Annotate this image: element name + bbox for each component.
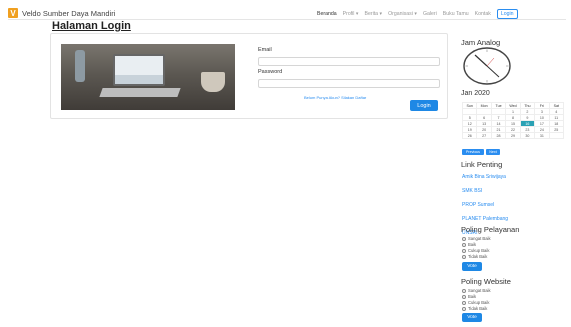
laptop-photo [61, 44, 235, 110]
password-field[interactable] [258, 79, 440, 88]
nav-item-profil[interactable]: Profil ▾ [343, 11, 359, 17]
poll-option-label: Sangat Baik [468, 288, 491, 293]
calendar-day[interactable]: 30 [519, 132, 536, 139]
link-prop-sumsel[interactable]: PROP Sumsel [462, 202, 494, 208]
nav-item-beranda[interactable]: Beranda [317, 11, 337, 17]
password-label: Password [258, 69, 283, 75]
poll-website-option[interactable]: Sangat Baik [462, 288, 491, 293]
clock-title: Jam Analog [461, 38, 501, 47]
poll-service-vote-button[interactable]: Vote [462, 262, 482, 271]
nav-item-organisasi[interactable]: Organisasi ▾ [388, 11, 417, 17]
poll-service-option[interactable]: Tidak Baik [462, 254, 487, 259]
radio-icon[interactable] [462, 306, 466, 311]
photo-cup [201, 72, 225, 92]
navbar: V Veldo Sumber Daya Mandiri Beranda Prof… [8, 7, 566, 20]
poll-website-option[interactable]: Cukup Baik [462, 300, 489, 305]
calendar-day[interactable] [548, 132, 565, 139]
poll-service-option[interactable]: Baik [462, 242, 476, 247]
photo-laptop-base [99, 88, 181, 97]
calendar-title: Jan 2020 [461, 90, 490, 97]
photo-bottle [75, 50, 85, 82]
calendar-day[interactable]: 29 [505, 132, 521, 139]
analog-clock [463, 47, 511, 85]
poll-option-label: Sangat Baik [468, 236, 491, 241]
poll-option-label: Cukup Baik [468, 248, 490, 253]
site-logo[interactable]: V [8, 8, 18, 18]
nav-item-berita[interactable]: Berita ▾ [365, 11, 383, 17]
poll-option-label: Tidak Baik [468, 254, 488, 259]
poll-website-option[interactable]: Tidak Baik [462, 306, 487, 311]
poll-website-title: Poling Website [461, 277, 511, 286]
link-smk-bsi[interactable]: SMK BSI [462, 188, 482, 194]
nav-menu: Beranda Profil ▾ Berita ▾ Organisasi ▾ G… [317, 7, 518, 20]
email-label: Email [258, 47, 272, 53]
poll-option-label: Cukup Baik [468, 300, 490, 305]
photo-laptop-screen [113, 54, 165, 86]
radio-icon[interactable] [462, 242, 466, 247]
site-brand[interactable]: Veldo Sumber Daya Mandiri [22, 9, 115, 18]
link-amik-bina-sriwijaya[interactable]: Amik Bina Sriwijaya [462, 174, 506, 180]
login-button[interactable]: Login [410, 100, 438, 111]
nav-item-kontak[interactable]: Kontak [475, 11, 491, 17]
poll-website-option[interactable]: Baik [462, 294, 476, 299]
calendar-day[interactable]: 26 [461, 132, 478, 139]
poll-website-vote-button[interactable]: Vote [462, 313, 482, 322]
link-planet-palembang[interactable]: PLANET Palembang [462, 216, 508, 222]
radio-icon[interactable] [462, 236, 466, 241]
poll-service-option[interactable]: Cukup Baik [462, 248, 489, 253]
calendar-day[interactable]: 28 [490, 132, 507, 139]
calendar-previous-button[interactable]: Previous [462, 149, 484, 155]
poll-option-label: Baik [468, 294, 477, 299]
page-title: Halaman Login [52, 20, 131, 32]
poll-option-label: Baik [468, 242, 477, 247]
register-link[interactable]: Belum Punya Akun? Silakan Daftar [304, 95, 366, 100]
poll-service-option[interactable]: Sangat Baik [462, 236, 491, 241]
calendar-next-button[interactable]: Next [486, 149, 500, 155]
calendar-day[interactable]: 31 [534, 132, 550, 139]
nav-item-buku-tamu[interactable]: Buku Tamu [443, 11, 469, 17]
radio-icon[interactable] [462, 248, 466, 253]
nav-login-button[interactable]: Login [496, 8, 518, 19]
radio-icon[interactable] [462, 294, 466, 299]
radio-icon[interactable] [462, 300, 466, 305]
calendar-table: Sun Mon Tue Wed Thu Fri Sat 1 2 3 4 5 6 … [461, 102, 565, 139]
links-title: Link Penting [461, 160, 503, 169]
login-card [50, 33, 448, 119]
radio-icon[interactable] [462, 254, 466, 259]
email-field[interactable] [258, 57, 440, 66]
calendar-day[interactable]: 27 [476, 132, 492, 139]
poll-service-title: Poling Pelayanan [461, 225, 520, 234]
poll-option-label: Tidak Baik [468, 306, 488, 311]
radio-icon[interactable] [462, 288, 466, 293]
nav-item-galeri[interactable]: Galeri [423, 11, 437, 17]
